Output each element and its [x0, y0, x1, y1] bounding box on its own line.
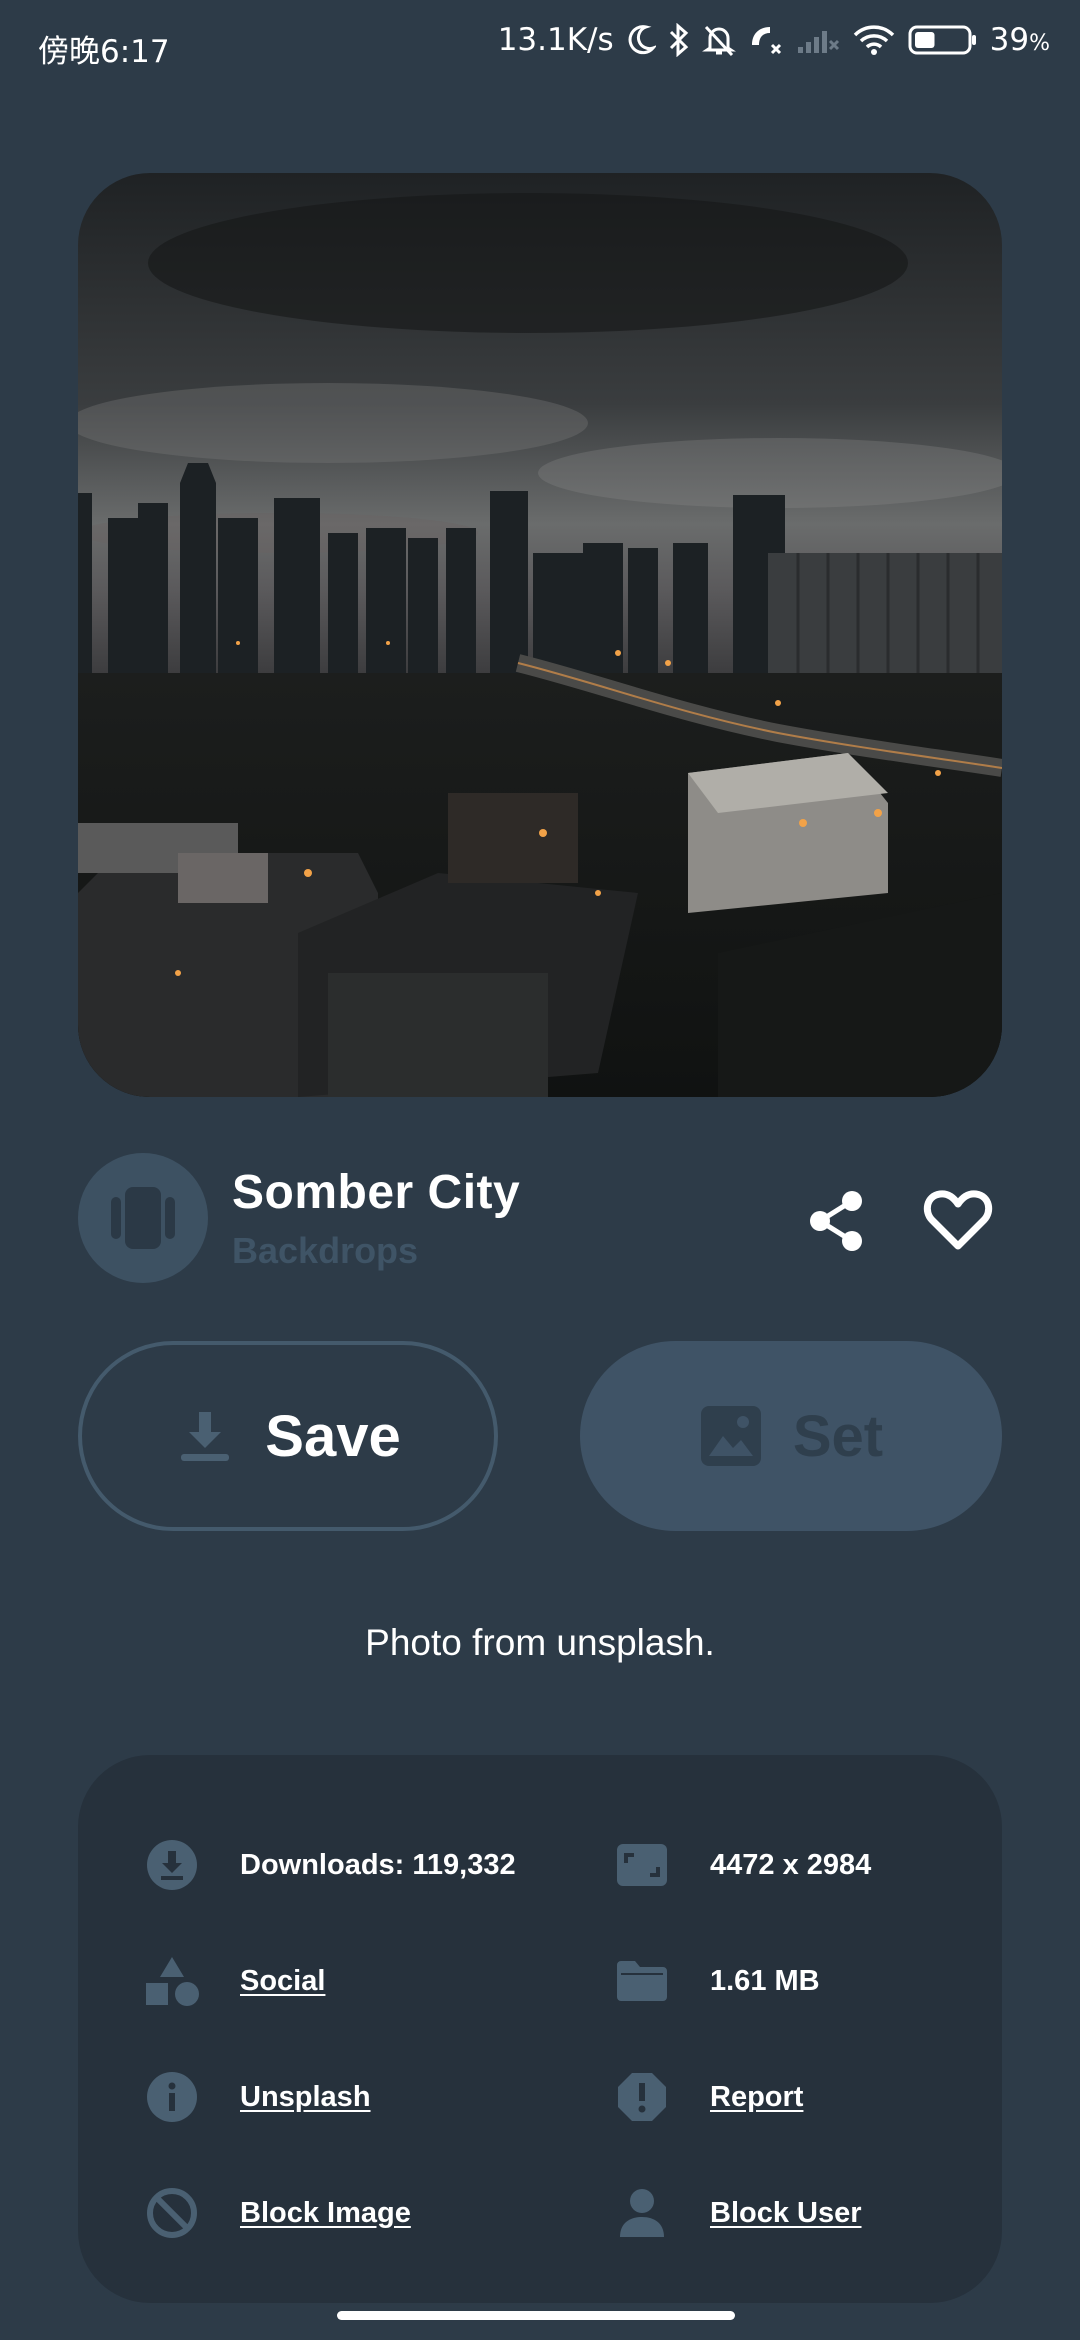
share-icon	[810, 1191, 862, 1251]
signal-icon	[797, 31, 839, 53]
aspect-ratio-icon	[617, 1844, 667, 1886]
set-label: Set	[792, 1403, 884, 1469]
wallpaper-title: Somber City	[232, 1166, 521, 1219]
resolution-item: 4472 x 2984	[612, 1835, 871, 1895]
network-speed: 13.1K/s	[497, 22, 614, 58]
downloads-count: Downloads: 119,332	[240, 1848, 516, 1881]
report-icon	[618, 2073, 666, 2121]
downloads-item: Downloads: 119,332	[142, 1835, 516, 1895]
block-icon	[147, 2188, 197, 2238]
block-user-link[interactable]: Block User	[710, 2197, 862, 2230]
mute-icon	[701, 25, 736, 57]
battery-icon	[908, 25, 976, 55]
person-icon	[620, 2189, 664, 2237]
save-label: Save	[265, 1403, 401, 1469]
battery-percent: 39%	[989, 22, 1050, 58]
share-button[interactable]	[800, 1185, 872, 1257]
call-icon	[751, 27, 781, 55]
block-user-item[interactable]: Block User	[612, 2183, 862, 2243]
file-size: 1.61 MB	[710, 1964, 820, 1997]
details-card: Downloads: 119,332 4472 x 2984 Social 1.…	[78, 1755, 1002, 2303]
download-circle-icon	[147, 1840, 197, 1890]
carousel-icon	[111, 1187, 175, 1249]
status-time: 傍晚6:17	[38, 34, 170, 70]
photo-credit: Photo from unsplash.	[365, 1622, 715, 1663]
save-button[interactable]: Save	[78, 1341, 498, 1531]
status-icons: 13.1K/s 39%	[498, 22, 1050, 58]
info-icon	[147, 2072, 197, 2122]
wifi-icon	[853, 25, 894, 55]
collection-name[interactable]: Backdrops	[232, 1230, 418, 1272]
favorite-button[interactable]	[918, 1180, 998, 1260]
folder-icon	[617, 1961, 667, 2001]
moon-icon	[628, 25, 656, 55]
status-bar: 傍晚6:17 13.1K/s 39%	[0, 0, 1080, 92]
size-item: 1.61 MB	[612, 1951, 820, 2011]
set-wallpaper-button[interactable]: Set	[580, 1341, 1002, 1531]
block-image-link[interactable]: Block Image	[240, 2197, 411, 2230]
category-shapes-icon	[146, 1957, 199, 2006]
home-indicator[interactable]	[337, 2311, 735, 2320]
collection-avatar[interactable]	[78, 1153, 208, 1283]
category-link[interactable]: Social	[240, 1965, 325, 1998]
report-link[interactable]: Report	[710, 2081, 803, 2114]
bluetooth-icon	[669, 23, 688, 57]
report-item[interactable]: Report	[612, 2067, 803, 2127]
download-icon	[181, 1412, 230, 1461]
block-image-item[interactable]: Block Image	[142, 2183, 411, 2243]
city-skyline-photo	[78, 173, 1002, 1097]
category-item[interactable]: Social	[142, 1951, 325, 2011]
image-icon	[700, 1406, 761, 1466]
heart-outline-icon	[923, 1190, 993, 1250]
resolution-value: 4472 x 2984	[710, 1848, 872, 1881]
wallpaper-preview[interactable]	[78, 173, 1002, 1097]
source-link[interactable]: Unsplash	[240, 2081, 371, 2114]
source-item[interactable]: Unsplash	[142, 2067, 371, 2127]
